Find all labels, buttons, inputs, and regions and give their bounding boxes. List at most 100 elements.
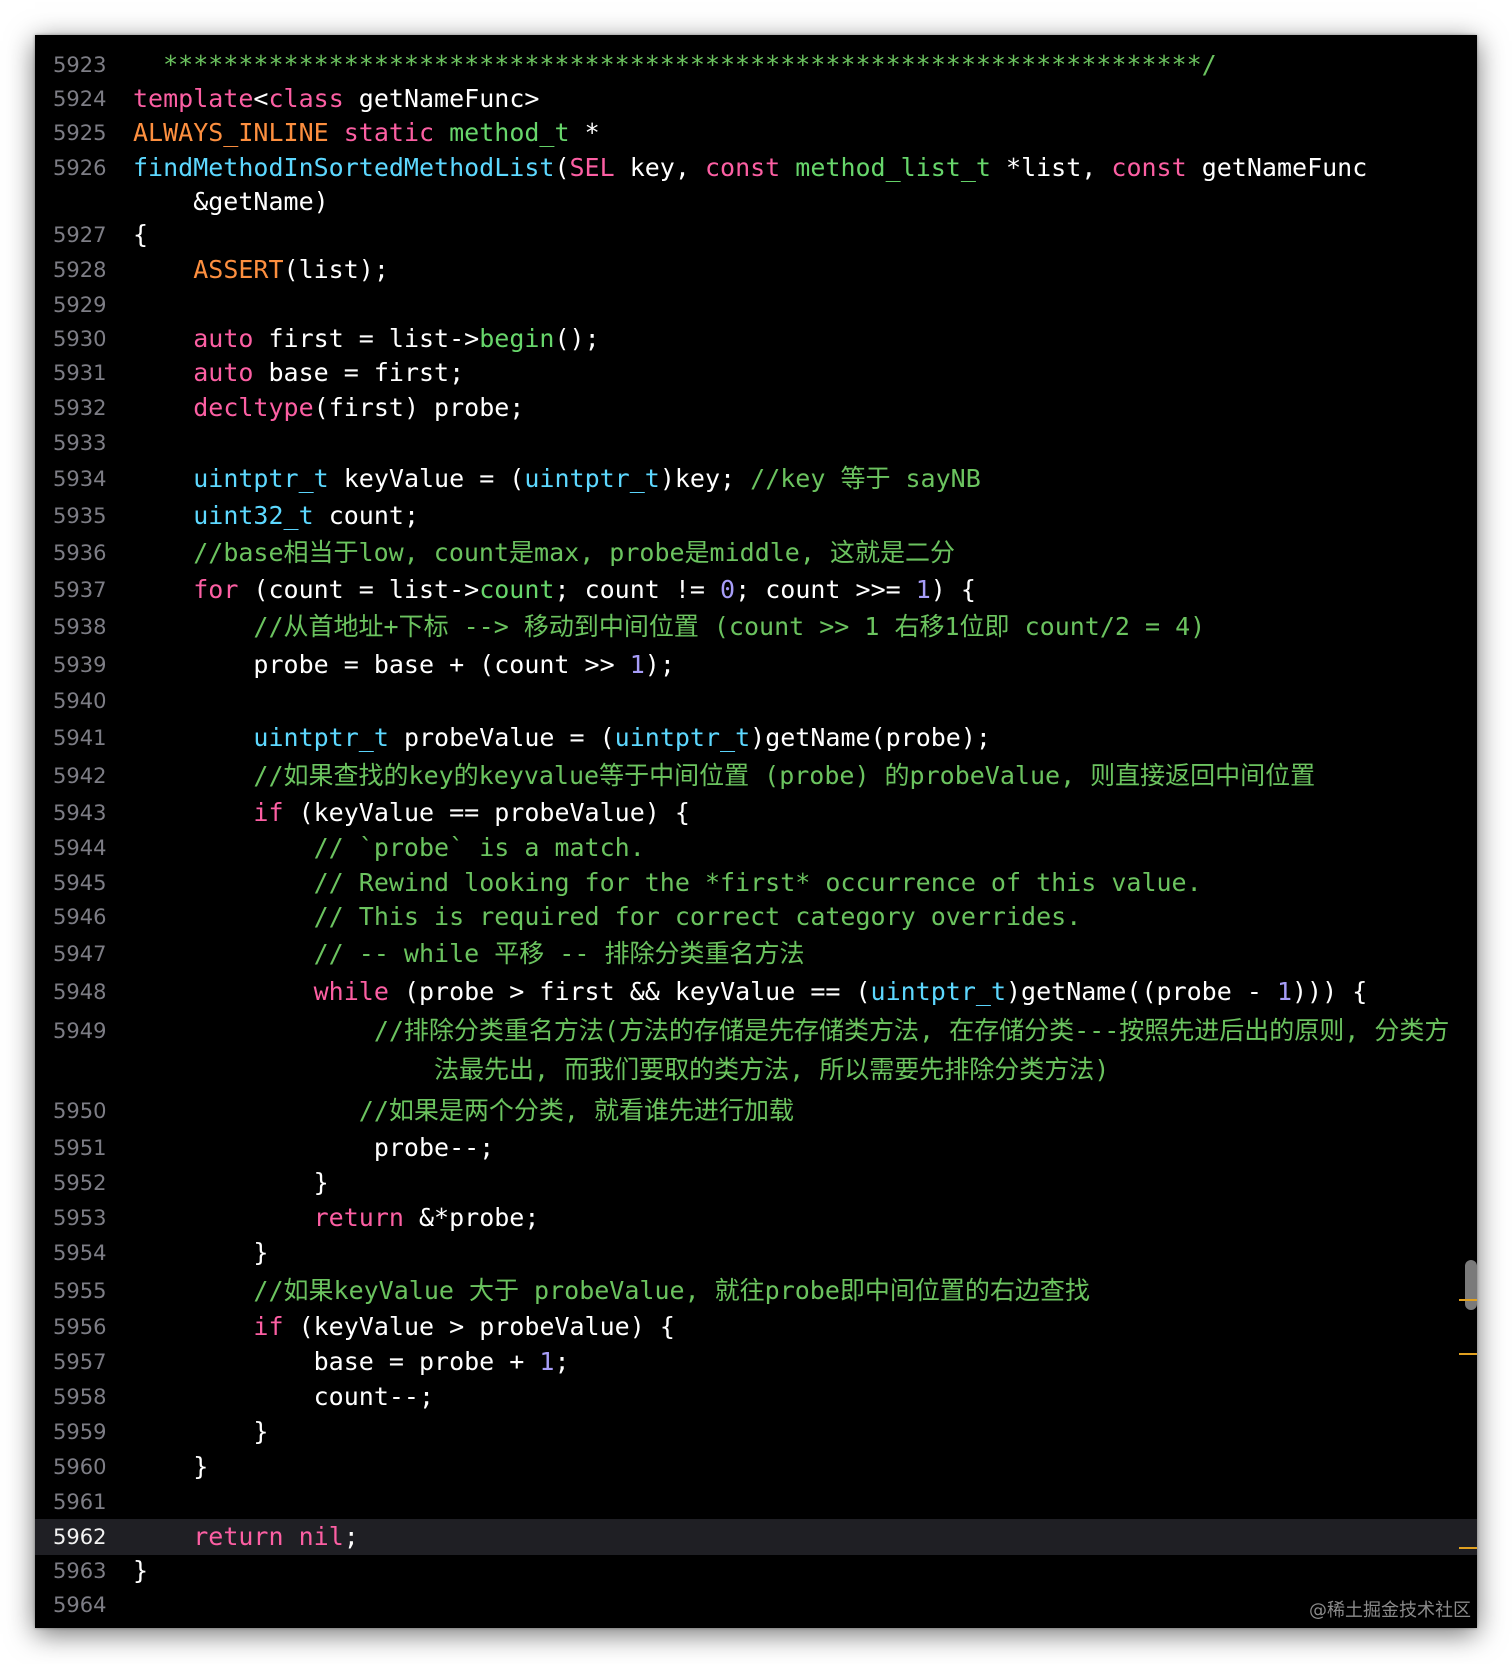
code-text: { [133,217,148,253]
code-token: ; count >>= [735,575,916,604]
code-line-5955[interactable]: 5955 //如果keyValue 大于 probeValue, 就往probe… [35,1273,1477,1309]
code-line-5951[interactable]: 5951 probe--; [35,1130,1477,1166]
code-token: // -- while 平移 -- 排除分类重名方法 [313,939,805,968]
code-line-5962[interactable]: 5962 return nil; [35,1519,1477,1555]
code-token: for [193,575,239,604]
code-line-5944[interactable]: 5944 // `probe` is a match. [35,830,1477,866]
code-line-5927[interactable]: 5927{ [35,217,1477,253]
code-text: &getName) [133,184,328,220]
code-line-5936[interactable]: 5936 //base相当于low, count是max, probe是midd… [35,535,1477,571]
code-text: if (keyValue > probeValue) { [133,1309,674,1345]
code-token: (count = list-> [238,575,480,604]
code-line-5941[interactable]: 5941 uintptr_t probeValue = (uintptr_t)g… [35,720,1477,756]
code-token: } [133,1556,149,1585]
code-token: (list); [283,255,389,284]
code-editor[interactable]: 5923 ***********************************… [35,35,1477,1628]
code-token: count--; [133,1382,435,1411]
code-text: ASSERT(list); [133,252,389,288]
code-line-5956[interactable]: 5956 if (keyValue > probeValue) { [35,1309,1477,1345]
code-token: //如果keyValue 大于 probeValue, 就往probe即中间位置… [253,1276,1090,1305]
code-token: // `probe` is a match. [313,833,645,862]
code-text: auto first = list->begin(); [133,321,599,357]
code-line-5953[interactable]: 5953 return &*probe; [35,1200,1477,1236]
code-text: decltype(first) probe; [133,390,524,426]
code-token: (keyValue == probeValue) { [283,798,690,827]
code-line-5929[interactable]: 5929 [35,287,1477,323]
code-line-5938[interactable]: 5938 //从首地址+下标 --> 移动到中间位置 (count >> 1 右… [35,609,1477,645]
code-line-5933[interactable]: 5933 [35,425,1477,461]
code-line-5952[interactable]: 5952 } [35,1165,1477,1201]
code-token: } [133,1168,329,1197]
code-line-5934[interactable]: 5934 uintptr_t keyValue = (uintptr_t)key… [35,461,1477,497]
code-text: count--; [133,1379,434,1415]
code-token: decltype [193,393,314,422]
code-line-5957[interactable]: 5957 base = probe + 1; [35,1344,1477,1380]
code-line-5931[interactable]: 5931 auto base = first; [35,355,1477,391]
code-line-5954[interactable]: 5954 } [35,1235,1477,1271]
code-text: } [133,1414,268,1450]
code-line-5924[interactable]: 5924 template<class getNameFunc> [35,81,1477,117]
code-token: const [704,153,781,182]
code-token: ALWAYS_INLINE [133,118,329,147]
code-text: //如果keyValue 大于 probeValue, 就往probe即中间位置… [133,1273,1090,1309]
code-token: const [1111,153,1187,182]
code-line-5964[interactable]: 5964 [35,1587,1477,1623]
code-line-5947[interactable]: 5947 // -- while 平移 -- 排除分类重名方法 [35,936,1477,972]
code-line-5937[interactable]: 5937 for (count = list->count; count != … [35,572,1477,608]
code-token: findMethodInSortedMethodList [133,153,555,182]
code-token: uintptr_t [524,464,660,493]
code-line-5935[interactable]: 5935 uint32_t count; [35,498,1477,534]
code-line-5948[interactable]: 5948 while (probe > first && keyValue ==… [35,974,1477,1010]
code-token: )getName((probe - [1006,977,1277,1006]
code-line-5928[interactable]: 5928 ASSERT(list); [35,252,1477,288]
code-token: uintptr_t [253,723,389,752]
code-token: } [133,1417,269,1446]
code-line-5925[interactable]: 5925 ALWAYS_INLINE static method_t * [35,115,1477,151]
code-line-5959[interactable]: 5959 } [35,1414,1477,1450]
code-line-5963[interactable]: 5963} [35,1553,1477,1589]
code-token: getNameFunc> [343,84,540,113]
code-line-5949[interactable]: 5949 //排除分类重名方法(方法的存储是先存储类方法, 在存储分类---按照… [35,1013,1477,1049]
code-text: if (keyValue == probeValue) { [133,795,690,831]
code-token: SEL [569,153,615,182]
code-line-5932[interactable]: 5932 decltype(first) probe; [35,390,1477,426]
code-text: // Rewind looking for the *first* occurr… [133,865,1202,901]
code-token: { [133,220,149,249]
code-line-5943[interactable]: 5943 if (keyValue == probeValue) { [35,795,1477,831]
code-token: //从首地址+下标 --> 移动到中间位置 (count >> 1 右移1位即 … [253,612,1206,641]
code-line-5930[interactable]: 5930 auto first = list->begin(); [35,321,1477,357]
code-text: } [133,1235,268,1271]
code-token: count; [313,501,419,530]
code-line-5958[interactable]: 5958 count--; [35,1379,1477,1415]
code-line-wrap[interactable]: 法最先出, 而我们要取的类方法, 所以需要先排除分类方法) [35,1052,1477,1088]
code-token: begin [479,324,555,353]
code-token: uint32_t [193,501,314,530]
code-line-5950[interactable]: 5950 //如果是两个分类, 就看谁先进行加载 [35,1093,1477,1129]
code-text: probe--; [133,1130,494,1166]
code-line-5942[interactable]: 5942 //如果查找的key的keyvalue等于中间位置 (probe) 的… [35,758,1477,794]
code-line-5926[interactable]: 5926 findMethodInSortedMethodList(SEL key… [35,150,1477,186]
code-line-5945[interactable]: 5945 // Rewind looking for the *first* o… [35,865,1477,901]
code-line-5960[interactable]: 5960 } [35,1449,1477,1485]
code-line-5939[interactable]: 5939 probe = base + (count >> 1); [35,647,1477,683]
code-line-5923[interactable]: 5923 ***********************************… [35,47,1477,83]
code-token: // This is required for correct category… [313,902,1082,931]
vertical-scrollbar[interactable] [1465,1260,1477,1310]
code-line-5946[interactable]: 5946 // This is required for correct cat… [35,899,1477,935]
code-line-wrap[interactable]: &getName) [35,184,1477,220]
code-line-5940[interactable]: 5940 [35,683,1477,719]
code-line-5961[interactable]: 5961 [35,1484,1477,1520]
code-token: 1 [539,1347,555,1376]
code-token: //排除分类重名方法(方法的存储是先存储类方法, 在存储分类---按照先进后出的… [373,1016,1450,1045]
code-token: class [268,84,344,113]
code-text: for (count = list->count; count != 0; co… [133,572,976,608]
